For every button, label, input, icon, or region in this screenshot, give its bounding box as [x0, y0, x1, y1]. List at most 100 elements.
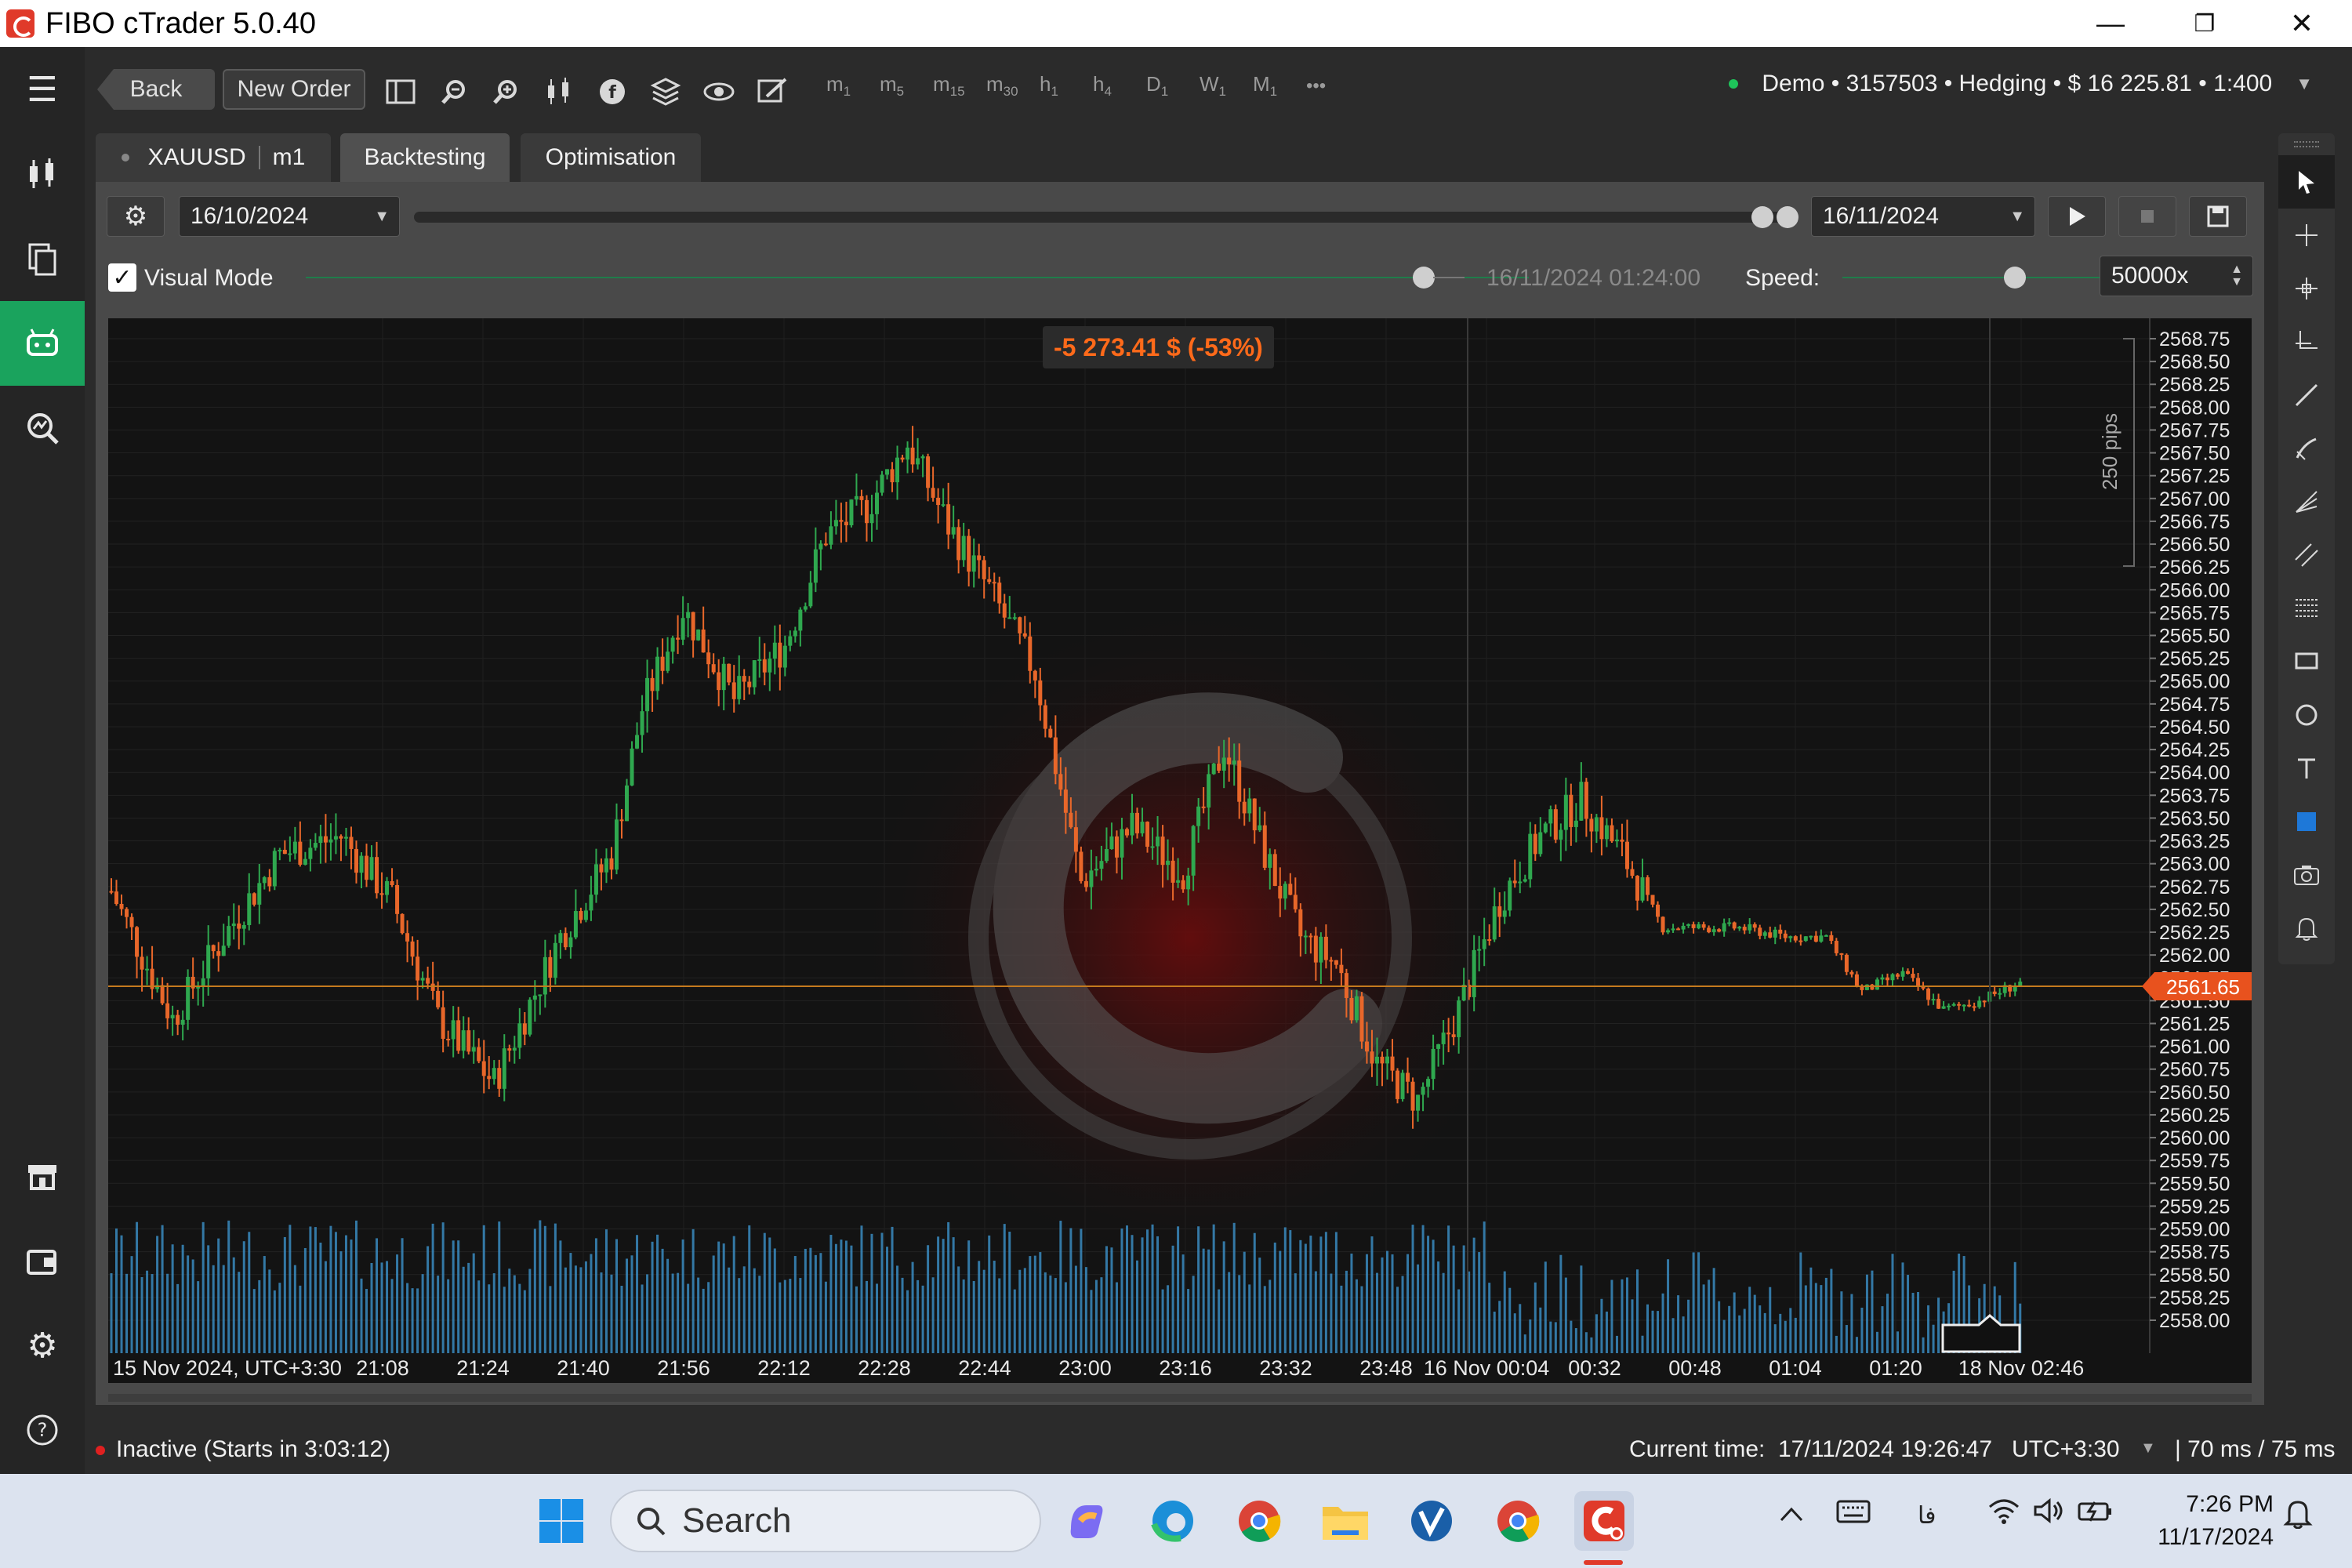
candle-body [701, 629, 706, 653]
backtest-settings-gear-icon[interactable]: ⚙ [107, 196, 165, 237]
timeframe-d1[interactable]: D1 [1146, 72, 1168, 100]
crosshair-icon[interactable] [2278, 209, 2335, 262]
windows-start-icon[interactable] [532, 1491, 591, 1551]
volume-bar [1064, 1282, 1067, 1353]
tab-optimisation[interactable]: Optimisation [521, 133, 701, 182]
copy-icon[interactable] [0, 216, 85, 301]
drawing-tools-icon[interactable] [751, 71, 793, 113]
hamburger-menu-icon[interactable]: ☰ [0, 47, 85, 132]
edge-browser-icon[interactable] [1143, 1491, 1203, 1551]
keyboard-icon[interactable] [1836, 1497, 1871, 1530]
cursor-icon[interactable] [2278, 155, 2335, 209]
wallet-icon[interactable] [0, 1218, 85, 1303]
notification-bell-icon[interactable] [2283, 1497, 2313, 1536]
camera-icon[interactable] [2278, 848, 2335, 902]
price-tick-label: 2558.75 [2159, 1242, 2230, 1264]
volume-speaker-icon[interactable] [2032, 1497, 2067, 1531]
text-icon[interactable] [2278, 742, 2335, 795]
timeframe-mn1[interactable]: M1 [1253, 72, 1277, 100]
account-info: Demo • 3157503 • Hedging • $ 16 225.81 •… [1762, 71, 2273, 96]
speed-slider-handle[interactable] [2004, 267, 2026, 289]
parallel-channel-icon[interactable] [2278, 528, 2335, 582]
taskbar-clock[interactable]: 7:26 PM 11/17/2024 [2117, 1488, 2274, 1554]
input-language[interactable]: فا [1918, 1502, 1936, 1530]
color-square-icon[interactable] [2278, 795, 2335, 848]
help-icon[interactable]: ? [0, 1388, 85, 1472]
store-icon[interactable] [0, 1134, 85, 1218]
chart-type-candles-icon[interactable] [538, 71, 580, 113]
volume-bar [1023, 1268, 1026, 1353]
tray-overflow-chevron-icon[interactable] [1778, 1497, 1805, 1530]
volume-bar [691, 1229, 695, 1353]
account-selector[interactable]: Demo • 3157503 • Hedging • $ 16 225.81 •… [1729, 71, 2313, 97]
price-tick-label: 2563.00 [2159, 854, 2230, 876]
fib-retracement-icon[interactable] [2278, 582, 2335, 635]
settings-gear-icon[interactable]: ⚙ [0, 1303, 85, 1388]
chrome-browser-icon[interactable] [1229, 1491, 1289, 1551]
volume-bar [763, 1232, 766, 1353]
timeframe-w1[interactable]: W1 [1200, 72, 1226, 100]
start-date-picker[interactable]: 16/10/2024 ▼ [179, 196, 400, 237]
timeframe-m5[interactable]: m5 [880, 72, 904, 100]
indicators-fx-icon[interactable]: f [591, 71, 633, 113]
pen-icon[interactable] [2278, 422, 2335, 475]
save-icon[interactable] [2189, 196, 2247, 237]
vpn-app-icon[interactable] [1402, 1491, 1461, 1551]
speed-slider-track[interactable] [1842, 277, 2109, 278]
copilot-icon[interactable] [1057, 1491, 1116, 1551]
layers-icon[interactable] [644, 71, 687, 113]
stepper-arrows-icon[interactable]: ▲ ▼ [2230, 263, 2243, 289]
timeframe-m1[interactable]: m1 [826, 72, 851, 100]
timeframe-m30[interactable]: m30 [986, 72, 1018, 100]
play-button[interactable] [2048, 196, 2106, 237]
zoom-out-icon[interactable] [433, 71, 475, 113]
candle-body [323, 836, 328, 843]
alert-bell-icon[interactable] [2278, 902, 2335, 955]
timeframe-m15[interactable]: m15 [933, 72, 965, 100]
trend-line-icon[interactable] [2278, 368, 2335, 422]
quick-measure-icon[interactable] [2278, 315, 2335, 368]
ctrader-taskbar-icon[interactable] [1574, 1491, 1634, 1551]
chart-horizontal-scrollbar[interactable] [108, 1394, 2252, 1402]
range-start-handle[interactable] [1751, 206, 1773, 228]
maximize-button[interactable]: ❐ [2158, 0, 2252, 47]
chart-canvas[interactable]: 2568.752568.502568.252568.002567.752567.… [108, 318, 2252, 1383]
tab-backtesting[interactable]: Backtesting [340, 133, 510, 182]
end-date-picker[interactable]: 16/11/2024 ▼ [1811, 196, 2035, 237]
more-timeframes-button[interactable]: ••• [1306, 75, 1326, 97]
minimize-button[interactable]: — [2063, 0, 2158, 47]
volume-bar [1049, 1275, 1052, 1353]
back-button[interactable]: Back [97, 69, 215, 110]
layout-icon[interactable] [379, 71, 422, 113]
timeframe-h1[interactable]: h1 [1040, 72, 1058, 100]
crosshair-alt-icon[interactable] [2278, 262, 2335, 315]
visual-mode-checkbox[interactable]: ✓ [108, 263, 136, 292]
fib-fan-icon[interactable] [2278, 475, 2335, 528]
file-explorer-icon[interactable] [1316, 1491, 1375, 1551]
analyze-icon[interactable] [0, 386, 85, 470]
ellipse-icon[interactable] [2278, 688, 2335, 742]
volume-bar [1299, 1240, 1302, 1353]
trade-icon[interactable] [0, 132, 85, 216]
wifi-icon[interactable] [1987, 1497, 2021, 1531]
new-order-button[interactable]: New Order [223, 69, 365, 110]
date-range-slider[interactable] [414, 212, 1798, 223]
taskbar-search[interactable]: Search [610, 1490, 1041, 1552]
battery-charging-icon[interactable] [2078, 1497, 2114, 1531]
chevron-down-icon[interactable]: ▼ [2140, 1439, 2156, 1457]
timezone-selector[interactable]: UTC+3:30 [2012, 1436, 2120, 1463]
algo-robot-icon[interactable] [0, 301, 85, 386]
drag-grip-icon[interactable] [2294, 141, 2319, 147]
range-end-handle[interactable] [1777, 206, 1798, 228]
tab-symbol[interactable]: XAUUSD m1 [96, 133, 331, 182]
speed-stepper[interactable]: 50000x ▲ ▼ [2100, 256, 2253, 296]
zoom-in-icon[interactable] [485, 71, 527, 113]
timeframe-h4[interactable]: h4 [1093, 72, 1112, 100]
close-button[interactable]: ✕ [2255, 0, 2349, 47]
stop-button[interactable] [2118, 196, 2176, 237]
visual-progress-handle[interactable] [1413, 267, 1435, 289]
chrome-profile-icon[interactable] [1488, 1491, 1548, 1551]
eye-icon[interactable] [698, 71, 740, 113]
price-chart[interactable]: 2568.75 2568.50 2568.25 2568.00 2567.75 2567.… [108, 318, 2252, 1383]
rectangle-icon[interactable] [2278, 635, 2335, 688]
